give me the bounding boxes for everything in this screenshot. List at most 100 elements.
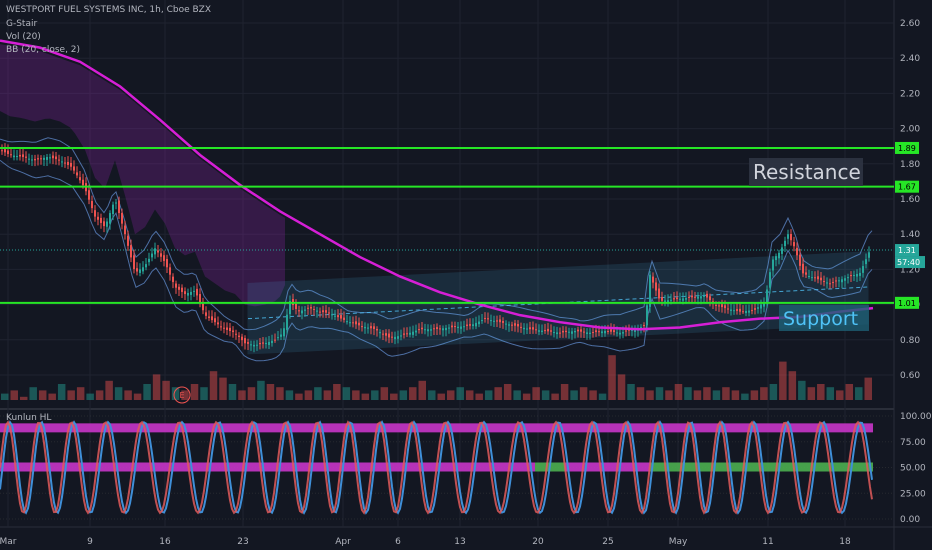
- volume-bar: [76, 387, 85, 400]
- support-label: Support: [783, 308, 858, 330]
- candle-body: [334, 315, 336, 317]
- volume-bar: [114, 387, 123, 400]
- candle-body: [241, 336, 243, 341]
- candle-body: [199, 294, 201, 303]
- candle-body: [163, 255, 165, 261]
- candle-body: [736, 309, 738, 311]
- candle-body: [484, 318, 486, 320]
- candle-body: [700, 296, 702, 299]
- candle-body: [268, 341, 270, 346]
- candle-body: [169, 267, 171, 275]
- candle-body: [679, 298, 681, 300]
- osc-tick-label: 75.00: [900, 438, 926, 448]
- candle-body: [106, 221, 108, 227]
- candle-body: [4, 149, 6, 153]
- x-tick-label: Apr: [335, 537, 351, 547]
- candle-body: [808, 276, 810, 277]
- candle-body: [133, 255, 135, 270]
- volume-bar: [209, 371, 218, 400]
- candle-body: [568, 331, 570, 333]
- x-tick-label: 18: [839, 537, 851, 547]
- candle-body: [217, 322, 219, 325]
- x-tick-label: May: [669, 537, 688, 547]
- candle-body: [490, 320, 492, 322]
- candle-body: [100, 217, 102, 223]
- volume-bar: [541, 390, 550, 400]
- candle-body: [151, 253, 153, 258]
- level-price-label: 1.89: [898, 144, 916, 153]
- candle-body: [493, 320, 495, 322]
- candle-body: [10, 154, 12, 156]
- candle-body: [838, 280, 840, 282]
- volume-bar: [636, 387, 645, 400]
- osc-tick-label: 0.00: [900, 515, 920, 525]
- candle-body: [715, 304, 717, 306]
- candle-body: [577, 329, 579, 332]
- candle-body: [127, 235, 129, 246]
- candle-body: [562, 330, 564, 333]
- volume-bar: [703, 387, 711, 400]
- volume-bar: [798, 380, 806, 400]
- volume-bar: [38, 390, 47, 400]
- chart-canvas[interactable]: Mar 9 16 23 Apr 6 13 20 25 May 11 18 2.60 2.40 2.20 2.0…: [0, 0, 932, 550]
- candle-body: [187, 292, 189, 296]
- volume-bar: [456, 387, 464, 400]
- volume-bar: [560, 384, 569, 400]
- x-tick-label: 13: [454, 537, 465, 547]
- candle-body: [448, 327, 450, 329]
- candle-body: [64, 162, 66, 164]
- volume-bar: [646, 390, 654, 400]
- volume-bar: [684, 387, 692, 400]
- candle-body: [802, 263, 804, 274]
- candle-body: [118, 200, 120, 214]
- candle-body: [88, 190, 90, 200]
- candle-body: [670, 299, 672, 301]
- volume-bar: [741, 393, 749, 400]
- candle-body: [616, 332, 618, 334]
- candle-body: [181, 287, 183, 292]
- candle-body: [445, 327, 447, 331]
- volume-bar: [836, 390, 844, 400]
- candle-body: [394, 336, 396, 340]
- candle-body: [778, 252, 780, 259]
- candle-body: [760, 304, 762, 309]
- candle-body: [256, 344, 258, 346]
- candle-body: [43, 157, 45, 160]
- candle-body: [280, 334, 282, 337]
- candle-body: [499, 319, 501, 323]
- candle-body: [235, 333, 237, 335]
- candle-body: [79, 177, 81, 181]
- candle-body: [625, 330, 627, 332]
- candle-body: [487, 318, 489, 320]
- candle-body: [136, 268, 138, 272]
- volume-bar: [1, 393, 9, 400]
- candle-body: [724, 305, 726, 309]
- candle-body: [769, 272, 771, 288]
- candle-body: [253, 344, 255, 347]
- candle-body: [115, 202, 117, 204]
- candle-body: [427, 329, 429, 332]
- candle-body: [295, 303, 297, 309]
- candle-body: [103, 221, 105, 227]
- candle-body: [754, 308, 756, 310]
- candle-body: [361, 326, 363, 328]
- candle-body: [517, 323, 519, 327]
- candle-body: [862, 266, 864, 273]
- candle-body: [547, 328, 549, 332]
- candle-body: [787, 234, 789, 239]
- volume-bar: [124, 390, 132, 400]
- candle-body: [271, 340, 273, 344]
- candle-body: [274, 339, 276, 341]
- candle-body: [259, 342, 261, 345]
- candle-body: [211, 316, 213, 321]
- volume-bar: [788, 371, 797, 400]
- volume-bar: [437, 393, 445, 400]
- candle-body: [847, 277, 849, 279]
- volume-bar: [779, 361, 787, 400]
- volume-bar: [589, 390, 597, 400]
- candle-body: [457, 326, 459, 329]
- candle-body: [817, 276, 819, 280]
- volume-bar: [380, 387, 389, 400]
- volume-bar: [579, 387, 588, 400]
- candle-body: [331, 314, 333, 316]
